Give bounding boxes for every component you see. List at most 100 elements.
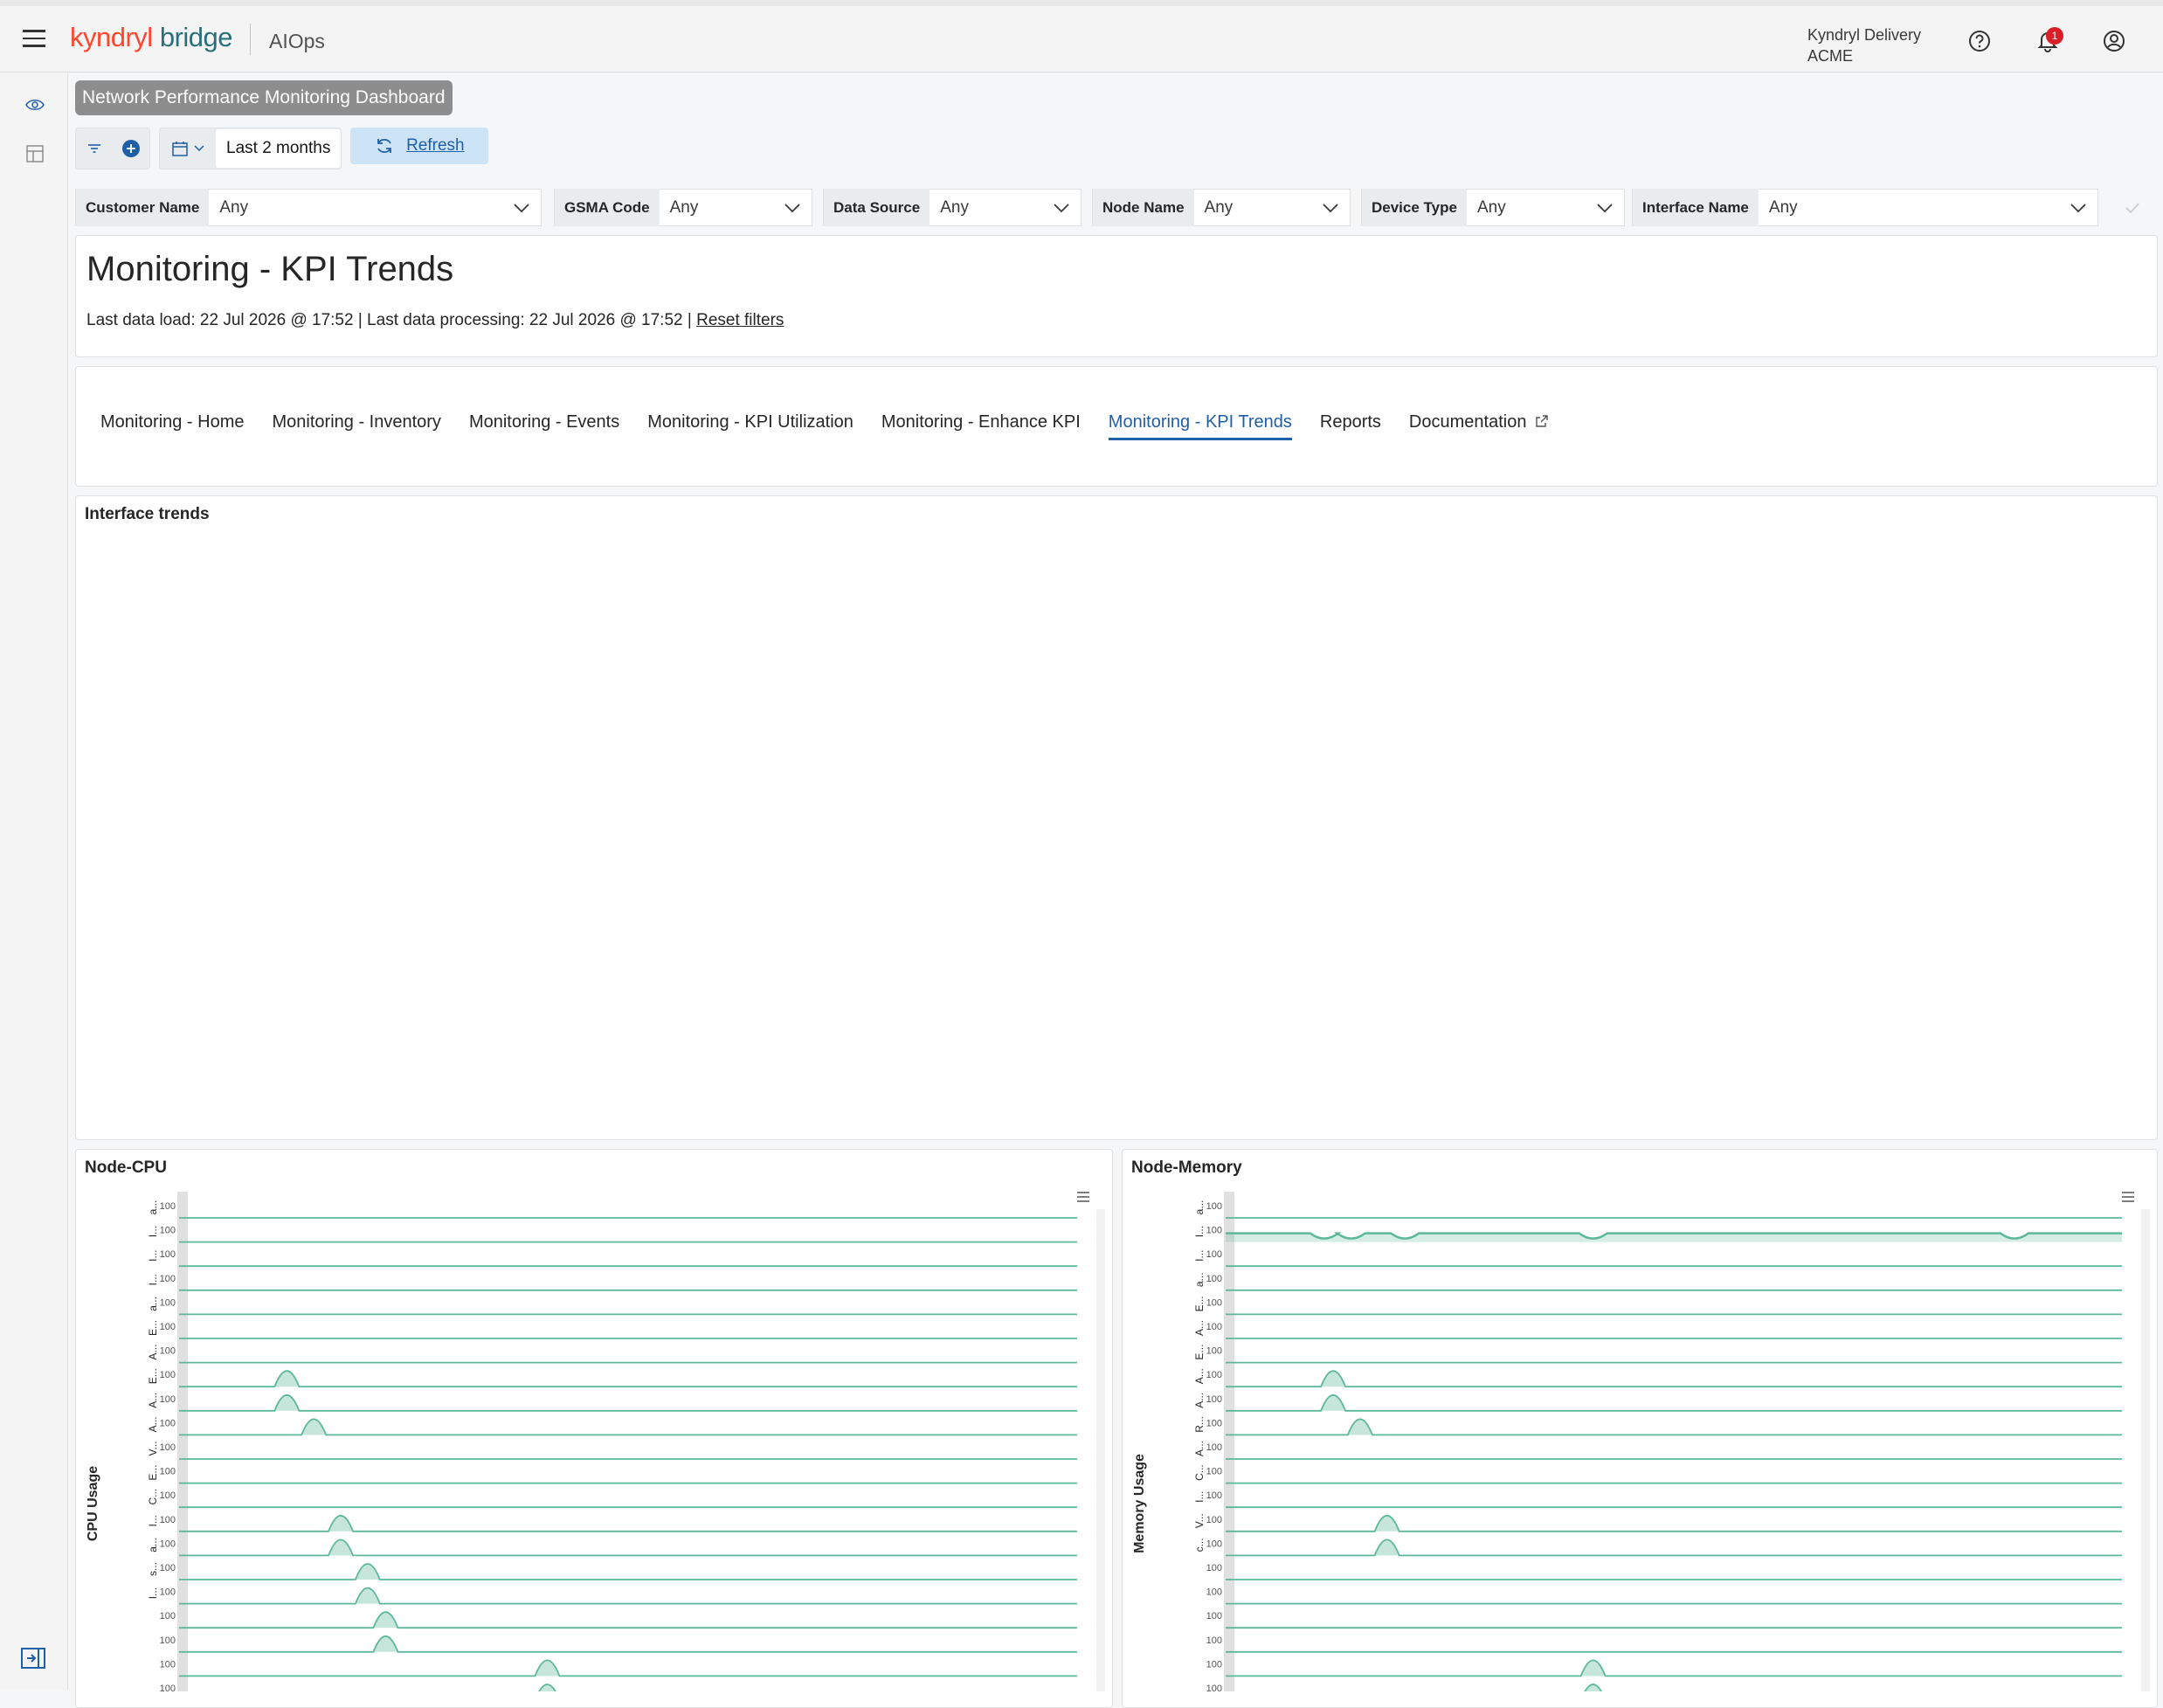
customer-name-control[interactable]: Customer Name Any bbox=[75, 189, 542, 226]
row-label: A... bbox=[147, 1345, 159, 1360]
series-area bbox=[179, 1394, 1077, 1411]
series-row: A... 100 bbox=[1193, 1320, 2122, 1339]
tick-label: 100 bbox=[160, 1322, 176, 1332]
node-name-control[interactable]: Node Name Any bbox=[1092, 189, 1351, 226]
series-area bbox=[1226, 1371, 2122, 1387]
date-range-picker[interactable]: Last 2 months bbox=[159, 128, 342, 169]
org-name: Kyndryl Delivery bbox=[1807, 26, 1922, 44]
series-row: I... 100 bbox=[147, 1274, 1077, 1291]
series-row: 100 bbox=[1206, 1611, 2122, 1629]
tick-label: 100 bbox=[160, 1587, 176, 1598]
series-line bbox=[1226, 1539, 2122, 1557]
add-filter-button[interactable] bbox=[113, 130, 149, 167]
row-label: E... bbox=[1193, 1345, 1206, 1360]
tick-label: 100 bbox=[1206, 1490, 1222, 1501]
row-label: I... bbox=[147, 1515, 159, 1526]
dashboard-grid-icon[interactable] bbox=[24, 143, 45, 164]
control-value: Any bbox=[1768, 197, 1798, 217]
gsma-code-control[interactable]: GSMA Code Any bbox=[554, 189, 812, 226]
tick-label: 100 bbox=[1206, 1539, 1222, 1549]
section-title: Interface trends bbox=[85, 505, 210, 523]
eye-icon[interactable] bbox=[24, 94, 45, 115]
row-label: s... bbox=[147, 1562, 159, 1576]
apply-filters-button[interactable] bbox=[2114, 189, 2151, 226]
filter-icon bbox=[88, 144, 100, 153]
series-row: A... 100 bbox=[1193, 1368, 2122, 1388]
org-customer: ACME bbox=[1807, 47, 1854, 65]
interface-name-control[interactable]: Interface Name Any bbox=[1632, 189, 2098, 226]
menu-icon[interactable] bbox=[23, 30, 45, 49]
tab-documentation[interactable]: Documentation bbox=[1409, 412, 1549, 440]
y-axis-title: CPU Usage bbox=[86, 1466, 100, 1541]
scroll-strip bbox=[2141, 1209, 2150, 1691]
tick-label: 100 bbox=[1206, 1467, 1222, 1477]
tab-reports[interactable]: Reports bbox=[1320, 412, 1381, 440]
tab-monitoring-kpi-trends[interactable]: Monitoring - KPI Trends bbox=[1108, 412, 1292, 440]
filter-button[interactable] bbox=[76, 130, 113, 167]
tab-monitoring-home[interactable]: Monitoring - Home bbox=[100, 412, 245, 440]
series-row: 100 bbox=[1206, 1563, 2122, 1580]
device-type-control[interactable]: Device Type Any bbox=[1361, 189, 1625, 226]
y-axis-title: Memory Usage bbox=[1132, 1454, 1147, 1553]
tab-monitoring-enhance-kpi[interactable]: Monitoring - Enhance KPI bbox=[881, 412, 1081, 440]
tab-monitoring-events[interactable]: Monitoring - Events bbox=[469, 412, 619, 440]
refresh-button[interactable]: Refresh bbox=[350, 128, 489, 164]
data-source-control[interactable]: Data Source Any bbox=[823, 189, 1082, 226]
series-area bbox=[179, 1564, 1077, 1580]
reset-filters-link[interactable]: Reset filters bbox=[696, 311, 784, 329]
row-label: V... bbox=[1193, 1513, 1206, 1528]
series-line bbox=[179, 1635, 1077, 1653]
row-label: E... bbox=[1193, 1296, 1206, 1311]
series-row: a... 100 bbox=[147, 1297, 1077, 1316]
row-label: a... bbox=[1193, 1272, 1206, 1287]
series-row: V... 100 bbox=[147, 1442, 1077, 1460]
refresh-label: Refresh bbox=[406, 136, 465, 155]
tick-label: 100 bbox=[160, 1563, 176, 1573]
left-rail bbox=[0, 73, 68, 1690]
dashboard-title-tooltip: Network Performance Monitoring Dashboard bbox=[75, 80, 453, 115]
tick-label: 100 bbox=[160, 1515, 176, 1525]
control-value: Any bbox=[1204, 197, 1234, 217]
add-circle-icon bbox=[122, 140, 140, 157]
row-label: E... bbox=[147, 1320, 159, 1336]
tick-label: 100 bbox=[1206, 1563, 1222, 1573]
series-area bbox=[179, 1612, 1077, 1628]
interface-trends-panel: Interface trends bbox=[75, 495, 2158, 1140]
org-switcher[interactable]: Kyndryl Delivery ACME bbox=[1807, 24, 1921, 66]
series-area bbox=[179, 1539, 1077, 1556]
tab-monitoring-inventory[interactable]: Monitoring - Inventory bbox=[273, 412, 441, 440]
tick-label: 100 bbox=[160, 1418, 176, 1428]
series-row: I... 100 bbox=[1193, 1226, 2122, 1242]
series-line bbox=[538, 1684, 556, 1691]
filter-toolbar: Last 2 months Refresh bbox=[75, 128, 489, 169]
date-range-label[interactable]: Last 2 months bbox=[216, 129, 342, 168]
tick-label: 100 bbox=[1206, 1201, 1222, 1212]
expand-sidebar-icon[interactable] bbox=[21, 1648, 45, 1669]
tick-label: 100 bbox=[1206, 1274, 1222, 1284]
row-label: a... bbox=[147, 1538, 159, 1552]
chevron-down-icon bbox=[1323, 203, 1338, 212]
app-header: kyndryl bridge AIOps Kyndryl Delivery AC… bbox=[0, 6, 2163, 73]
series-row: I... 100 bbox=[147, 1249, 1077, 1268]
calendar-button[interactable] bbox=[160, 130, 216, 167]
external-link-icon bbox=[1536, 415, 1548, 427]
series-line bbox=[179, 1659, 1077, 1677]
logo-kyndryl: kyndryl bbox=[70, 22, 153, 52]
help-icon[interactable] bbox=[1967, 29, 1992, 53]
row-label: I... bbox=[147, 1226, 159, 1237]
node-memory-chart: Memory Usagea... 100I... 100I... 100a... 100… bbox=[1132, 1192, 2150, 1691]
series-area bbox=[1226, 1515, 2122, 1532]
control-label: Node Name bbox=[1093, 189, 1194, 226]
tabs-panel: Monitoring - Home Monitoring - Inventory… bbox=[75, 366, 2158, 487]
chevron-down-icon bbox=[194, 145, 204, 152]
tab-monitoring-kpi-utilization[interactable]: Monitoring - KPI Utilization bbox=[647, 412, 853, 440]
row-label: a... bbox=[147, 1297, 159, 1311]
kyndryl-bridge-logo[interactable]: kyndryl bridge bbox=[70, 22, 233, 53]
series-area bbox=[1226, 1233, 2122, 1242]
tab-documentation-label: Documentation bbox=[1408, 412, 1527, 432]
chevron-down-icon bbox=[2070, 203, 2086, 212]
series-row: s... 100 bbox=[147, 1562, 1077, 1580]
user-avatar-icon[interactable] bbox=[2102, 29, 2126, 53]
node-cpu-panel: Node-CPU CPU Usage a... 100 I... 100 I... 100 I… bbox=[75, 1149, 1113, 1708]
tick-label: 100 bbox=[1206, 1515, 1222, 1525]
